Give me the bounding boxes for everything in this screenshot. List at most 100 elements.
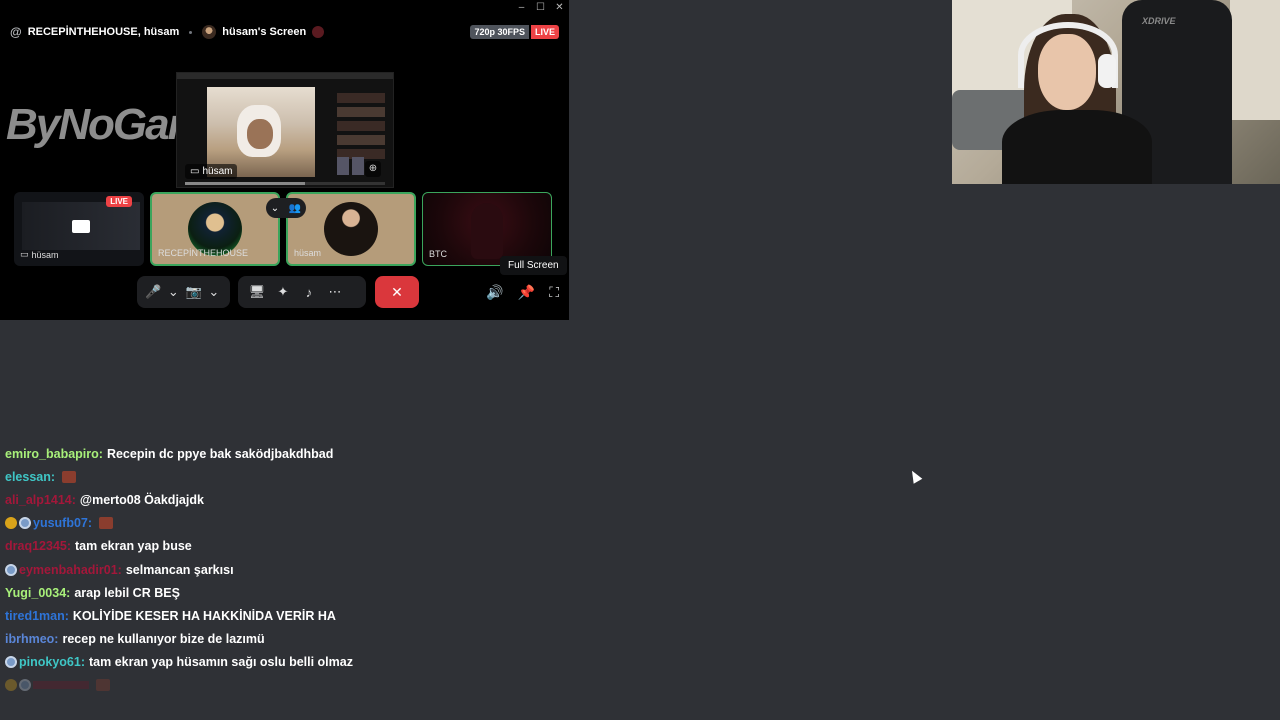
- chat-message: tired1man: KOLİYİDE KESER HA HAKKİNİDA VE…: [5, 604, 725, 627]
- tile-label: hüsam: [294, 248, 321, 258]
- verified-badge-icon: [5, 656, 17, 669]
- chair-brand: XDRIVE: [1142, 16, 1176, 26]
- emote-icon: [62, 470, 77, 483]
- chat-text: arap lebil CR BEŞ: [74, 585, 180, 600]
- quality-label: 720p 30FPS: [470, 25, 529, 39]
- pin-icon[interactable]: 📌: [518, 284, 535, 301]
- stage-thumbnails: [337, 157, 364, 175]
- separator-dot: [189, 30, 193, 34]
- screen-share-stage[interactable]: ⊕ ▭ hüsam: [176, 72, 394, 188]
- chat-text: selmancan şarkısı: [125, 562, 234, 577]
- chat-text: KOLİYİDE KESER HA HAKKİNİDA VERİR HA: [72, 608, 336, 623]
- chat-username[interactable]: Yugi_0034:: [5, 586, 70, 600]
- chat-message: ibrhmeo: recep ne kullanıyor bize de lazı…: [5, 628, 725, 651]
- view-controls: 🔊 📌 ⛶: [486, 284, 559, 301]
- tile-husam-screen[interactable]: LIVE ▭ hüsam: [14, 192, 144, 266]
- tile-username: RECEPİNTHEHOUSE: [158, 248, 249, 258]
- end-call-icon: ✕: [391, 283, 403, 300]
- chat-username[interactable]: emiro_babapiro:: [5, 447, 103, 461]
- chat-username[interactable]: tired1man:: [5, 609, 69, 623]
- emote-icon: [96, 679, 110, 692]
- fullscreen-tooltip: Full Screen: [500, 256, 567, 275]
- chat-message: yusufb07:: [5, 512, 725, 535]
- tile-recepinthehouse[interactable]: RECEPİNTHEHOUSE: [150, 192, 280, 266]
- fullscreen-icon[interactable]: ⛶: [549, 284, 559, 301]
- chat-username[interactable]: ali_alp1414:: [5, 493, 76, 507]
- chat-text: @merto08 Öakdjajdk: [79, 492, 204, 507]
- chat-message: eymenbahadir01: selmancan şarkısı: [5, 558, 725, 581]
- chat-message: draq12345: tam ekran yap buse: [5, 535, 725, 558]
- tile-username: hüsam: [294, 248, 322, 258]
- avatar: [471, 203, 503, 259]
- chat-message: ali_alp1414: @merto08 Öakdjajdk: [5, 488, 725, 511]
- camera-off-icon[interactable]: 📷: [186, 284, 202, 300]
- tile-username: BTC: [429, 249, 447, 259]
- chevron-down-icon: ⌄: [270, 202, 280, 214]
- stage-label: ▭ hüsam: [185, 164, 238, 179]
- badge-icon: [5, 679, 17, 692]
- status-icon: [312, 26, 325, 38]
- video-face: [247, 119, 273, 149]
- maximize-icon[interactable]: ☐: [535, 2, 546, 13]
- streamer-body: [1002, 110, 1152, 184]
- screen-share-icon: [72, 220, 90, 233]
- share-screen-icon[interactable]: 🖥: [246, 284, 268, 300]
- screen-title: hüsam's Screen: [222, 26, 307, 38]
- call-window: – ☐ ✕ @ RECEPİNTHEHOUSE, hüsam hüsam's S…: [0, 0, 569, 320]
- chat-username: [33, 681, 89, 690]
- live-badge: LIVE: [106, 196, 132, 207]
- screen-icon: ▭: [190, 166, 200, 177]
- close-icon[interactable]: ✕: [554, 2, 565, 13]
- mouse-cursor-icon: [907, 468, 923, 484]
- avatar: [202, 25, 217, 39]
- minimize-icon[interactable]: –: [516, 2, 527, 13]
- tile-btc[interactable]: BTC: [422, 192, 552, 266]
- chat-username[interactable]: pinokyo61:: [19, 655, 85, 669]
- at-icon: @: [10, 25, 22, 39]
- tile-username: hüsam: [31, 249, 59, 260]
- headset-earcup: [1098, 54, 1116, 88]
- call-controls: 🎤 ⌄ 📷 ⌄ 🖥 ✦ ♪ ⋯ ✕ 🔊 📌 ⛶: [0, 276, 569, 310]
- verified-badge-icon: [19, 517, 31, 530]
- chat-username[interactable]: draq12345:: [5, 539, 71, 553]
- stream-quality-badge: 720p 30FPS LIVE: [470, 25, 559, 39]
- microphone-icon[interactable]: 🎤: [145, 284, 161, 300]
- emote-icon: [99, 517, 114, 530]
- webcam-feed: XDRIVE: [952, 0, 1280, 184]
- chat-message: Yugi_0034: arap lebil CR BEŞ: [5, 581, 725, 604]
- chat-message-fading: [5, 674, 725, 697]
- chat-username[interactable]: eymenbahadir01:: [19, 563, 122, 577]
- chat-username[interactable]: yusufb07:: [33, 516, 92, 530]
- background-shelf: [1230, 0, 1280, 120]
- volume-icon[interactable]: 🔊: [486, 284, 503, 301]
- stage-progress: [185, 182, 385, 185]
- soundboard-icon[interactable]: ♪: [298, 285, 320, 300]
- tile-label: ▭ hüsam: [20, 249, 59, 260]
- live-badge: LIVE: [530, 25, 559, 39]
- chat-message: emiro_babapiro: Recepin dc ppye bak saköd…: [5, 442, 725, 465]
- channel-name: RECEPİNTHEHOUSE, hüsam: [27, 26, 180, 38]
- activity-icon[interactable]: ✦: [272, 284, 294, 300]
- expand-participants-button[interactable]: ⌄ 👥: [266, 198, 306, 218]
- action-controls: 🖥 ✦ ♪ ⋯: [238, 276, 366, 308]
- tile-label: BTC: [429, 249, 447, 259]
- call-header: @ RECEPİNTHEHOUSE, hüsam hüsam's Screen …: [10, 24, 559, 40]
- more-icon[interactable]: ⋯: [324, 284, 346, 300]
- stage-username: hüsam: [202, 166, 233, 177]
- tile-label: RECEPİNTHEHOUSE: [158, 248, 248, 258]
- chevron-down-icon[interactable]: ⌄: [165, 284, 181, 300]
- chat-text: tam ekran yap hüsamın sağı oslu belli ol…: [89, 655, 353, 670]
- chat-text: Recepin dc ppye bak saködjbakdhbad: [106, 446, 334, 461]
- avatar: [324, 202, 378, 256]
- zoom-icon[interactable]: ⊕: [365, 161, 381, 177]
- badge-icon: [19, 679, 31, 692]
- media-controls: 🎤 ⌄ 📷 ⌄: [137, 276, 230, 308]
- chat-text: recep ne kullanıyor bize de lazımü: [62, 632, 265, 647]
- window-controls: – ☐ ✕: [516, 2, 565, 13]
- chat-username[interactable]: ibrhmeo:: [5, 632, 58, 646]
- chat-username[interactable]: elessan:: [5, 470, 55, 484]
- chevron-down-icon[interactable]: ⌄: [206, 284, 222, 300]
- tile-husam[interactable]: hüsam: [286, 192, 416, 266]
- disconnect-button[interactable]: ✕: [375, 276, 419, 308]
- chat-overlay: emiro_babapiro: Recepin dc ppye bak saköd…: [5, 442, 725, 697]
